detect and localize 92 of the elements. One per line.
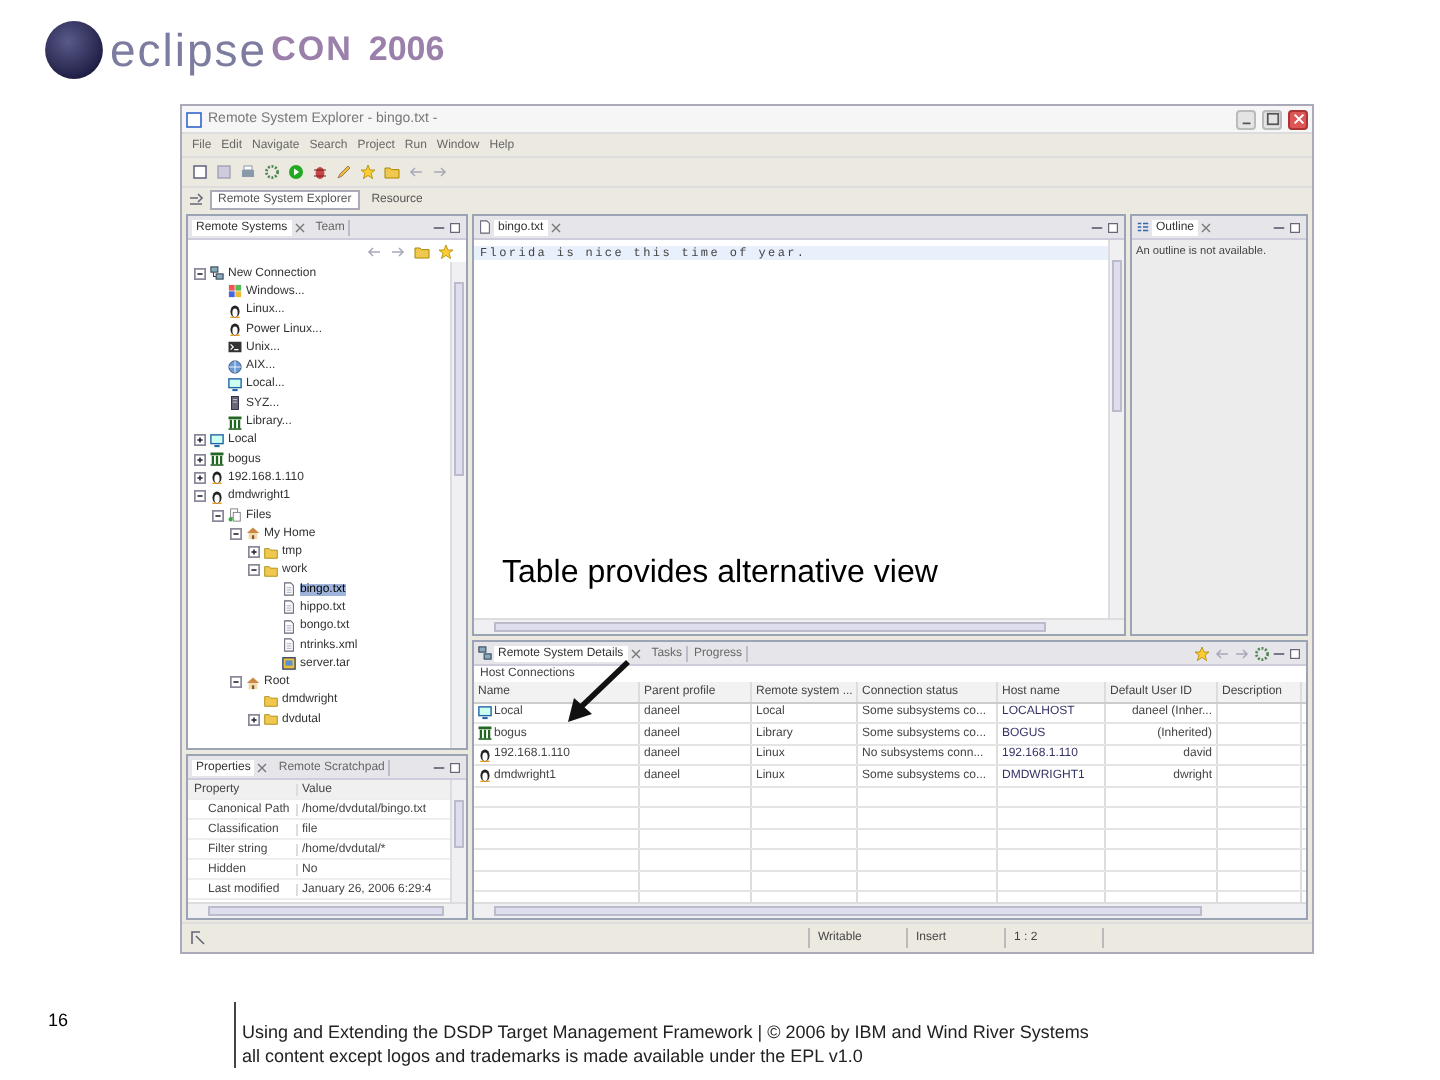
penguin-icon: [210, 470, 224, 485]
tree-toggle[interactable]: [248, 564, 260, 577]
monitor-icon: [210, 433, 224, 448]
gear-icon[interactable]: [1252, 644, 1270, 662]
close-icon[interactable]: [256, 761, 269, 773]
folder-icon[interactable]: [382, 163, 400, 181]
page-number: 16: [45, 1008, 70, 1030]
network-icon: [478, 646, 492, 660]
globe-icon: [228, 359, 242, 374]
tree-toggle[interactable]: [194, 434, 206, 447]
run-icon[interactable]: [286, 163, 304, 181]
vertical-scrollbar[interactable]: [450, 780, 466, 902]
monitor-icon: [478, 705, 492, 720]
tree-toggle[interactable]: [212, 509, 224, 521]
footer-text: all content except logos and trademarks is made available under the EPL v1.0: [242, 1044, 865, 1068]
pillars-icon: [228, 415, 242, 430]
maximize-icon[interactable]: [1288, 221, 1302, 233]
horizontal-scrollbar[interactable]: [474, 902, 1306, 918]
maximize-icon: [1265, 112, 1279, 126]
pillars-icon: [478, 726, 492, 741]
terminal-icon: [228, 340, 242, 355]
forward-arrow-icon[interactable]: [430, 163, 448, 181]
penguin-icon: [228, 322, 242, 337]
back-arrow-icon[interactable]: [364, 242, 382, 260]
file-icon: [282, 638, 296, 653]
star-icon[interactable]: [1192, 644, 1210, 662]
fast-view-icon[interactable]: [190, 930, 206, 946]
maximize-icon[interactable]: [448, 761, 462, 773]
close-icon[interactable]: [293, 221, 306, 233]
annotation-text: Table provides alternative view: [502, 556, 938, 592]
tree-toggle[interactable]: [194, 490, 206, 503]
close-icon[interactable]: [1200, 221, 1213, 233]
star-icon[interactable]: [358, 163, 376, 181]
minimize-icon[interactable]: [1090, 221, 1104, 233]
penguin-icon: [478, 768, 492, 783]
pencil-icon[interactable]: [334, 163, 352, 181]
back-arrow-icon[interactable]: [1212, 644, 1230, 662]
close-button[interactable]: [1288, 109, 1308, 129]
home-icon: [246, 526, 260, 541]
files-icon: [228, 508, 242, 522]
tiles-icon: [228, 284, 242, 299]
back-arrow-icon[interactable]: [406, 163, 424, 181]
folder-icon[interactable]: [412, 242, 430, 260]
logo-orb: [40, 16, 108, 84]
horizontal-scrollbar[interactable]: [474, 618, 1124, 634]
print-icon[interactable]: [238, 163, 256, 181]
archive-icon: [282, 656, 296, 671]
file-icon: [282, 619, 296, 634]
tree-toggle[interactable]: [248, 546, 260, 559]
file-icon: [478, 220, 492, 234]
maximize-icon[interactable]: [448, 221, 462, 233]
pillars-icon: [210, 452, 224, 467]
tree-toggle[interactable]: [194, 267, 206, 280]
horizontal-scrollbar[interactable]: [188, 902, 466, 918]
tree-toggle[interactable]: [230, 676, 242, 689]
minimize-icon[interactable]: [432, 221, 446, 233]
minimize-icon[interactable]: [1272, 221, 1286, 233]
logo-word: eclipse: [110, 23, 268, 77]
close-icon[interactable]: [549, 221, 562, 233]
bug-icon[interactable]: [310, 163, 328, 181]
vertical-scrollbar[interactable]: [1108, 240, 1124, 618]
new-icon[interactable]: [190, 163, 208, 181]
forward-arrow-icon[interactable]: [388, 242, 406, 260]
tree-toggle[interactable]: [248, 713, 260, 726]
logo-year: 2006: [368, 30, 445, 70]
outline-icon: [1136, 220, 1150, 234]
file-icon: [282, 600, 296, 615]
home-icon: [246, 675, 260, 690]
server-icon: [228, 396, 242, 411]
monitor-icon: [228, 377, 242, 392]
file-icon: [282, 582, 296, 597]
network-icon: [210, 266, 224, 281]
penguin-icon: [228, 303, 242, 318]
penguin-icon: [478, 747, 492, 762]
tree-toggle[interactable]: [194, 471, 206, 484]
maximize-button[interactable]: [1262, 109, 1282, 129]
maximize-icon[interactable]: [1106, 221, 1120, 233]
tree-toggle[interactable]: [230, 527, 242, 540]
minimize-icon[interactable]: [432, 761, 446, 773]
penguin-icon: [210, 489, 224, 504]
close-icon[interactable]: [629, 647, 642, 659]
vertical-scrollbar[interactable]: [450, 262, 466, 748]
open-perspective-icon[interactable]: [188, 192, 204, 208]
gear-icon[interactable]: [262, 163, 280, 181]
forward-arrow-icon[interactable]: [1232, 644, 1250, 662]
close-icon: [1291, 112, 1305, 126]
star-icon[interactable]: [436, 242, 454, 260]
maximize-icon[interactable]: [1288, 647, 1302, 659]
footer-text: Using and Extending the DSDP Target Management Framework | © 2006 by IBM and Wind River Systems: [242, 1020, 1089, 1044]
minimize-icon[interactable]: [1272, 647, 1286, 659]
logo-event: CON: [271, 30, 353, 70]
tree-toggle[interactable]: [194, 453, 206, 466]
